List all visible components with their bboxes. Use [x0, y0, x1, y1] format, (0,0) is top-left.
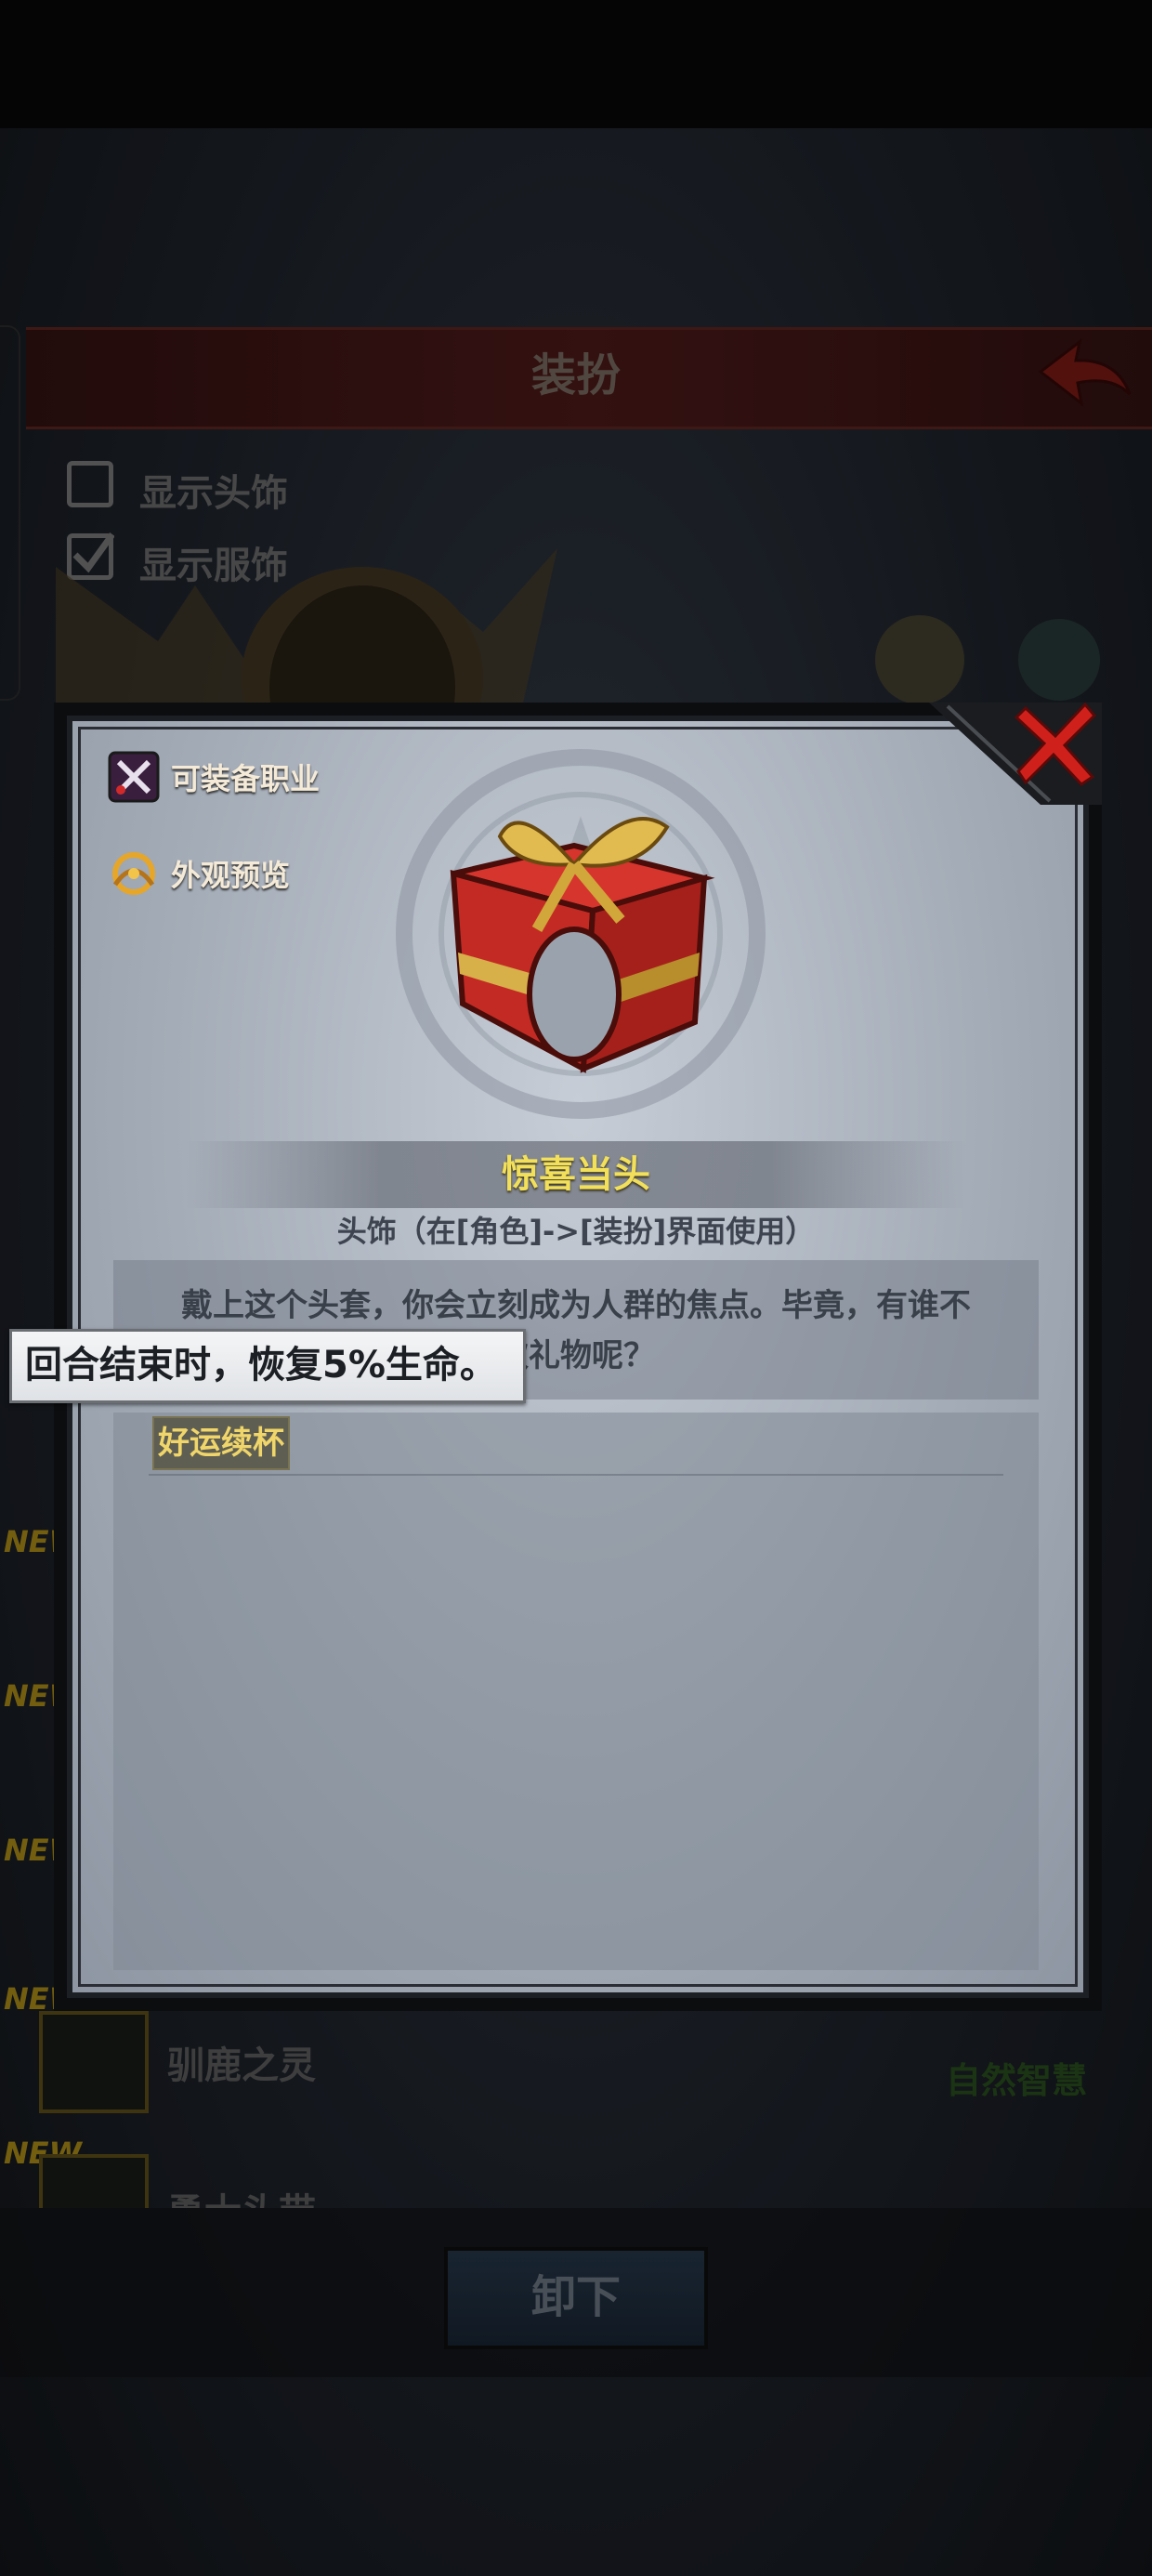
set-name-tag[interactable]: 好运续杯: [152, 1416, 290, 1470]
item-type: 头饰（在[角色]->[装扮]界面使用）: [336, 1214, 816, 1249]
preview-swirl-icon: [112, 852, 155, 895]
status-bar: [0, 0, 1152, 128]
equip-class-button[interactable]: 可装备职业: [108, 751, 320, 803]
divider: [149, 1474, 1003, 1476]
appearance-preview-button[interactable]: 外观预览: [108, 848, 290, 900]
preview-label: 外观预览: [171, 858, 291, 893]
close-x-icon[interactable]: [1013, 699, 1100, 788]
set-effect-tooltip: 回合结束时，恢复5%生命。: [9, 1329, 526, 1403]
description-line: 戴上这个头套，你会立刻成为人群的焦点。毕竟，有谁不: [181, 1287, 971, 1324]
gift-box-headgear: [450, 817, 715, 1073]
crossed-weapons-icon: [108, 751, 160, 803]
set-effect-box: [113, 1413, 1039, 1970]
item-name: 惊喜当头: [502, 1153, 650, 1196]
equip-class-label: 可装备职业: [171, 761, 321, 796]
